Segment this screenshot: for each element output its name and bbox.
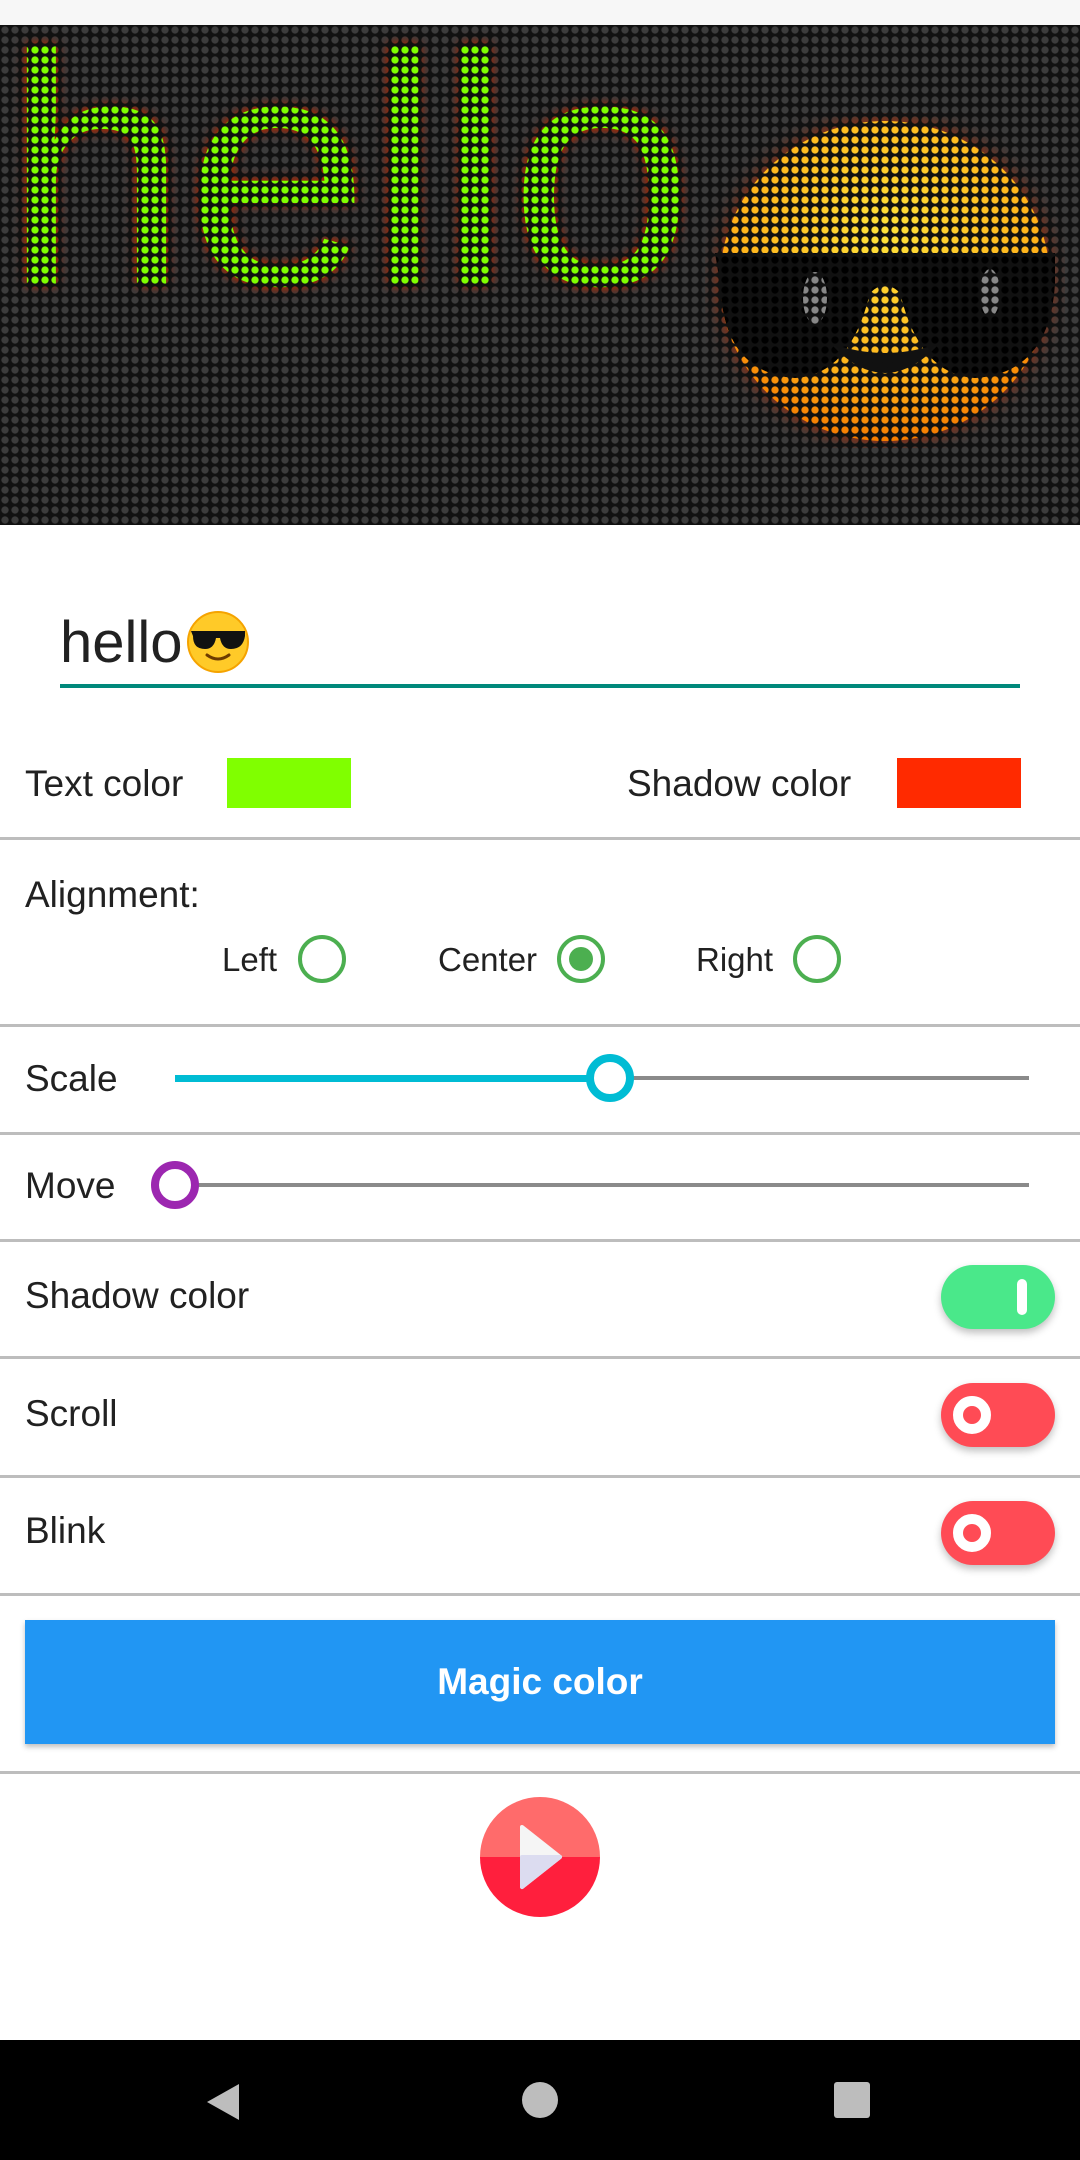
shadow-toggle[interactable] <box>941 1265 1055 1329</box>
toggle-off-mark <box>953 1514 991 1552</box>
scale-slider-thumb[interactable] <box>586 1054 634 1102</box>
home-icon[interactable] <box>522 2082 558 2118</box>
align-center-radio[interactable] <box>557 935 605 983</box>
message-input-value: hello <box>60 609 183 675</box>
play-icon[interactable] <box>480 1797 600 1917</box>
toggle-on-mark <box>1017 1279 1027 1315</box>
blink-toggle[interactable] <box>941 1501 1055 1565</box>
move-label: Move <box>25 1165 116 1206</box>
alignment-label: Alignment: <box>25 874 200 915</box>
scale-label: Scale <box>25 1058 118 1099</box>
divider <box>0 1024 1080 1027</box>
message-input[interactable]: hello <box>60 600 1020 688</box>
scroll-toggle[interactable] <box>941 1383 1055 1447</box>
divider <box>0 1593 1080 1596</box>
align-left-label: Left <box>222 941 278 978</box>
align-center-label: Center <box>438 941 538 978</box>
shadow-color-label: Shadow color <box>627 763 852 804</box>
text-color-swatch[interactable] <box>227 758 351 808</box>
divider <box>0 1132 1080 1135</box>
shadow-color-swatch[interactable] <box>897 758 1021 808</box>
align-left-radio[interactable] <box>298 935 346 983</box>
divider <box>0 1356 1080 1359</box>
smiling-face-with-sunglasses-icon <box>186 611 249 673</box>
move-slider-thumb[interactable] <box>151 1161 199 1209</box>
blink-toggle-label: Blink <box>25 1510 106 1551</box>
align-right-radio[interactable] <box>793 935 841 983</box>
text-color-label: Text color <box>25 763 184 804</box>
back-icon[interactable] <box>205 2082 241 2122</box>
divider <box>0 1239 1080 1242</box>
status-bar <box>0 0 1080 25</box>
magic-color-button[interactable]: Magic color <box>25 1620 1055 1744</box>
navigation-bar <box>0 2040 1080 2160</box>
recents-icon[interactable] <box>834 2082 870 2118</box>
move-slider-track[interactable] <box>175 1183 1029 1187</box>
scroll-toggle-label: Scroll <box>25 1393 118 1434</box>
led-dot-grid <box>0 25 1080 525</box>
scale-slider-fill <box>175 1075 610 1082</box>
shadow-toggle-label: Shadow color <box>25 1275 250 1316</box>
divider <box>0 837 1080 840</box>
align-right-label: Right <box>696 941 774 978</box>
divider <box>0 1475 1080 1478</box>
led-preview: hello <box>0 25 1080 525</box>
divider <box>0 1771 1080 1774</box>
toggle-off-mark <box>953 1396 991 1434</box>
